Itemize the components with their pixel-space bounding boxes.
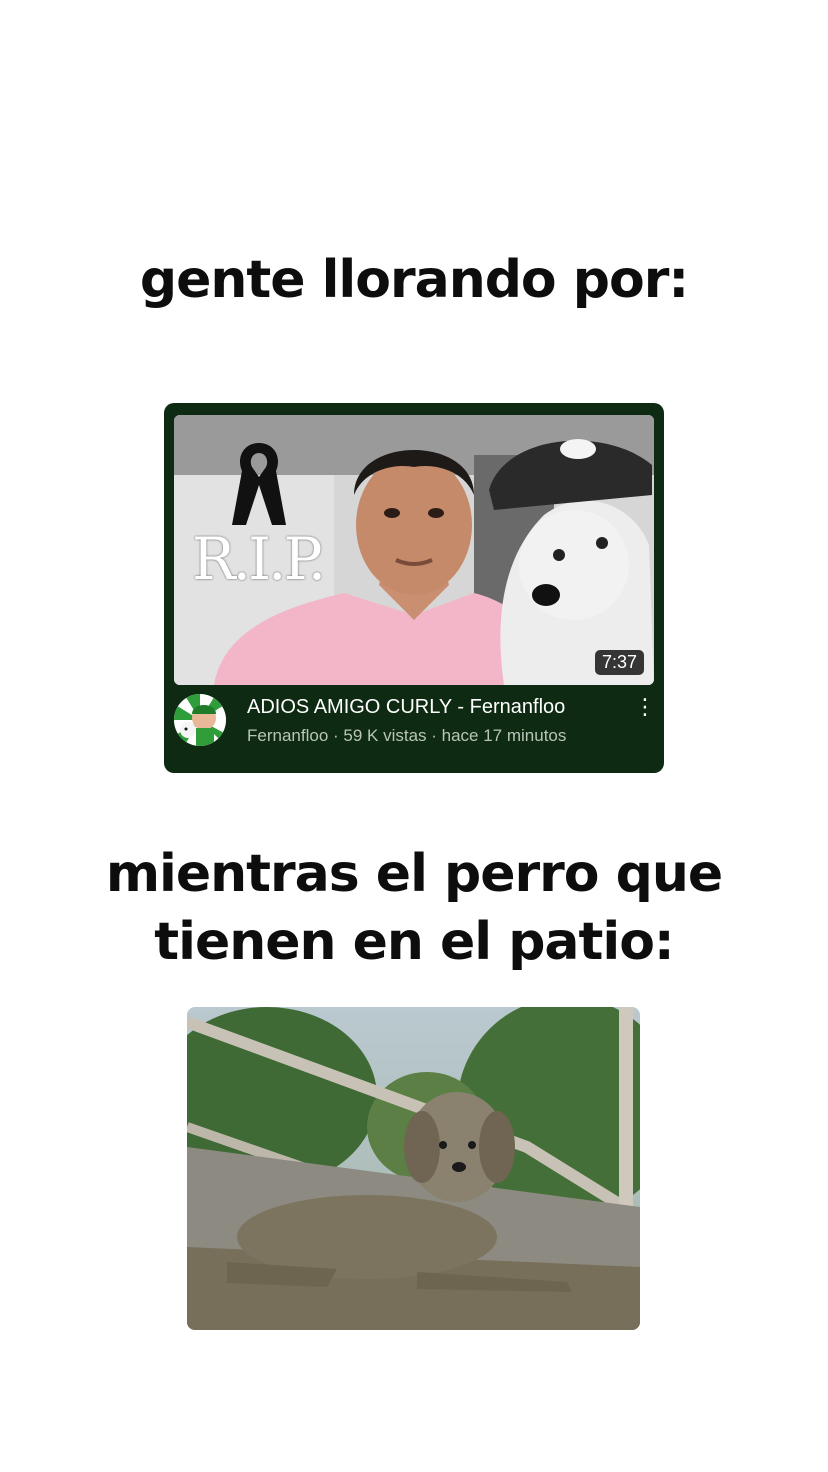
bottom-caption: mientras el perro que tienen en el patio… xyxy=(0,840,828,976)
video-card[interactable]: R.I.P. 7:37 ADIOS AMIGO CURLY - Fernanfl… xyxy=(164,403,664,773)
bottom-caption-line2: tienen en el patio: xyxy=(154,912,674,972)
bottom-caption-line1: mientras el perro que xyxy=(105,844,723,904)
more-options-icon[interactable]: ⋮ xyxy=(634,695,656,721)
top-caption: gente llorando por: xyxy=(139,250,689,310)
channel-avatar[interactable] xyxy=(174,694,226,746)
video-thumbnail[interactable]: R.I.P. 7:37 xyxy=(174,415,654,685)
video-meta: Fernanfloo · 59 K vistas · hace 17 minut… xyxy=(247,726,567,745)
dirty-dog-image xyxy=(187,1007,640,1330)
yard-dog-photo xyxy=(187,1007,640,1330)
dog-figure xyxy=(489,439,654,685)
avatar-image xyxy=(174,694,226,746)
duration-badge: 7:37 xyxy=(594,650,644,675)
rip-overlay-text: R.I.P. xyxy=(192,525,326,593)
video-title[interactable]: ADIOS AMIGO CURLY - Fernanfloo xyxy=(247,693,565,721)
